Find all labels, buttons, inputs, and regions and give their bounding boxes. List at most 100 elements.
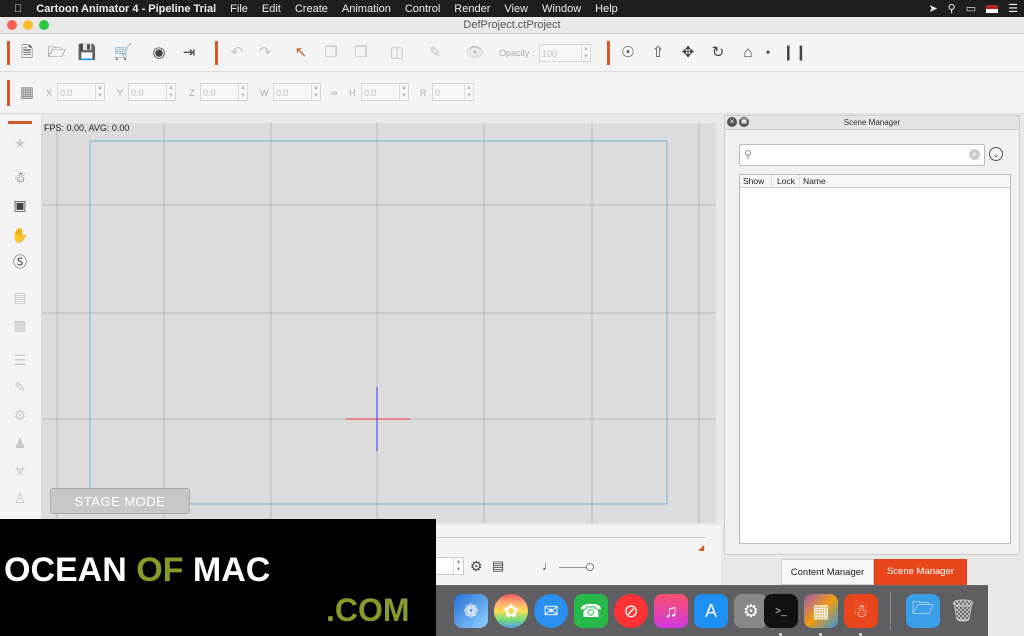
volume-slider[interactable] bbox=[559, 567, 589, 568]
save-icon[interactable]: 💾 bbox=[76, 42, 98, 64]
h-field[interactable]: 0.0 ▲ ▼ bbox=[361, 83, 409, 101]
zoom-window-button[interactable] bbox=[39, 20, 49, 30]
z-stepper-icon[interactable]: ▲ ▼ bbox=[238, 84, 247, 100]
new-file-icon[interactable]: 🗎 bbox=[16, 42, 38, 64]
menu-edit[interactable]: Edit bbox=[255, 3, 288, 15]
subtitle-icon[interactable]: ▤ bbox=[492, 558, 504, 574]
menu-render[interactable]: Render bbox=[447, 3, 497, 15]
motion-icon[interactable]: ⚙ bbox=[10, 405, 30, 425]
close-panel-icon[interactable]: × bbox=[727, 117, 737, 127]
menu-create[interactable]: Create bbox=[288, 3, 335, 15]
character-icon[interactable]: ★ bbox=[10, 133, 30, 153]
trash-icon[interactable]: 🗑 bbox=[946, 594, 980, 628]
rotate-icon[interactable]: ↻ bbox=[707, 42, 729, 64]
preview-icon[interactable]: ◉ bbox=[148, 42, 170, 64]
x-stepper-icon[interactable]: ▲ ▼ bbox=[95, 84, 104, 100]
menu-view[interactable]: View bbox=[497, 3, 535, 15]
visibility-eye-icon[interactable]: 👁 bbox=[464, 42, 486, 64]
photos-icon[interactable]: ❁ bbox=[454, 594, 488, 628]
copy-icon[interactable]: ❐ bbox=[320, 42, 342, 64]
spotlight-search-icon[interactable]: ⚲ bbox=[948, 2, 956, 15]
align-icon[interactable]: ◫ bbox=[386, 42, 408, 64]
w-stepper-icon[interactable]: ▲ ▼ bbox=[311, 84, 320, 100]
downloads-folder-icon[interactable]: 🗁 bbox=[906, 594, 940, 628]
link-icon[interactable]: ∞ bbox=[331, 88, 337, 98]
bone-icon[interactable]: ☣ bbox=[10, 460, 30, 480]
tab-scene-manager[interactable]: Scene Manager bbox=[874, 559, 967, 585]
menu-list-icon[interactable]: ☰ bbox=[1008, 2, 1018, 15]
r-field[interactable]: 0 ▲ ▼ bbox=[432, 83, 474, 101]
timeline-track[interactable] bbox=[436, 537, 706, 538]
composer-icon[interactable]: ▩ bbox=[10, 315, 30, 335]
volume-slider-knob[interactable] bbox=[586, 563, 594, 571]
opacity-stepper-icon[interactable]: ▲ ▼ bbox=[581, 45, 590, 61]
close-window-button[interactable] bbox=[7, 20, 17, 30]
menu-animation[interactable]: Animation bbox=[335, 3, 398, 15]
menu-help[interactable]: Help bbox=[588, 3, 625, 15]
y-stepper-icon[interactable]: ▲ ▼ bbox=[166, 84, 175, 100]
chevron-down-icon[interactable]: ⌄ bbox=[989, 147, 1003, 161]
store-cart-icon[interactable]: 🛒 bbox=[112, 42, 134, 64]
grid-icon[interactable]: ▦ bbox=[16, 82, 38, 104]
scene-object-list[interactable]: Show Lock Name bbox=[739, 174, 1011, 544]
app-launcher-icon[interactable]: ▦ bbox=[804, 594, 838, 628]
x-field[interactable]: 0.0 ▲ ▼ bbox=[57, 83, 105, 101]
timeline-marker-icon[interactable]: ◢ bbox=[698, 543, 704, 552]
r-stepper-icon[interactable]: ▲ ▼ bbox=[464, 84, 473, 100]
text-bubble-icon[interactable]: Ⓢ bbox=[10, 252, 30, 272]
column-lock[interactable]: Lock bbox=[777, 176, 795, 186]
clear-search-icon[interactable]: × bbox=[969, 149, 980, 160]
undo-icon[interactable]: ↶ bbox=[226, 42, 248, 64]
flag-icon[interactable] bbox=[986, 4, 999, 13]
figure-icon[interactable]: ♙ bbox=[10, 488, 30, 508]
scene-search-input[interactable]: ⚲ × bbox=[739, 144, 985, 166]
w-field[interactable]: 0.0 ▲ ▼ bbox=[273, 83, 321, 101]
select-arrow-icon[interactable]: ↖ bbox=[290, 42, 312, 64]
y-field[interactable]: 0.0 ▲ ▼ bbox=[128, 83, 176, 101]
layer-icon[interactable]: ☰ bbox=[10, 350, 30, 370]
minimize-window-button[interactable] bbox=[23, 20, 33, 30]
home-icon[interactable]: ⌂ bbox=[737, 42, 759, 64]
photos-app-icon[interactable]: ✿ bbox=[494, 594, 528, 628]
system-preferences-icon[interactable]: ⚙ bbox=[734, 594, 768, 628]
app-name-menu[interactable]: Cartoon Animator 4 - Pipeline Trial bbox=[29, 3, 223, 15]
stage-canvas[interactable] bbox=[42, 123, 716, 523]
h-stepper-icon[interactable]: ▲ ▼ bbox=[399, 84, 408, 100]
tab-content-manager[interactable]: Content Manager bbox=[781, 559, 874, 585]
pen-icon[interactable]: ✎ bbox=[424, 42, 446, 64]
panel-layout-icon[interactable]: ❙❙ bbox=[782, 42, 807, 64]
clone-icon[interactable]: ❒ bbox=[350, 42, 372, 64]
messages-icon[interactable]: ✉ bbox=[534, 594, 568, 628]
settings-gear-icon[interactable]: ⚙ bbox=[470, 558, 483, 575]
terminal-icon[interactable]: >_ bbox=[764, 594, 798, 628]
cartoon-animator-icon[interactable]: ☃ bbox=[844, 594, 878, 628]
music-note-icon[interactable]: ♩ bbox=[542, 558, 555, 573]
menu-control[interactable]: Control bbox=[398, 3, 447, 15]
frame-stepper-icon[interactable]: ▲ ▼ bbox=[453, 558, 463, 574]
puppet-icon[interactable]: ♟ bbox=[10, 433, 30, 453]
redo-icon[interactable]: ↷ bbox=[254, 42, 276, 64]
music-icon[interactable]: ♫ bbox=[654, 594, 688, 628]
move-z-icon[interactable]: ⇧ bbox=[647, 42, 669, 64]
actor-icon[interactable]: ☃ bbox=[10, 167, 30, 187]
menu-window[interactable]: Window bbox=[535, 3, 588, 15]
display-icon[interactable]: ▭ bbox=[966, 2, 976, 15]
opacity-field[interactable]: 100 ▲ ▼ bbox=[539, 44, 591, 62]
open-folder-icon[interactable]: 🗁 bbox=[46, 42, 68, 64]
export-icon[interactable]: ⇥ bbox=[178, 42, 200, 64]
move-icon[interactable]: ✥ bbox=[677, 42, 699, 64]
camera-view-icon[interactable]: ☉ bbox=[617, 42, 639, 64]
timeline-icon[interactable]: ▤ bbox=[10, 287, 30, 307]
location-icon[interactable]: ➤ bbox=[928, 2, 937, 15]
apple-menu-icon[interactable]:  bbox=[0, 3, 29, 15]
column-name[interactable]: Name bbox=[803, 176, 826, 186]
hand-icon[interactable]: ✋ bbox=[10, 225, 30, 245]
column-show[interactable]: Show bbox=[743, 176, 764, 186]
app-store-icon[interactable]: A bbox=[694, 594, 728, 628]
path-icon[interactable]: ✎ bbox=[10, 377, 30, 397]
detach-panel-icon[interactable]: ▣ bbox=[739, 117, 749, 127]
chevron-down-icon[interactable]: ▾ bbox=[757, 42, 779, 64]
news-icon[interactable]: ⊘ bbox=[614, 594, 648, 628]
z-field[interactable]: 0.0 ▲ ▼ bbox=[200, 83, 248, 101]
media-icon[interactable]: ▣ bbox=[10, 195, 30, 215]
